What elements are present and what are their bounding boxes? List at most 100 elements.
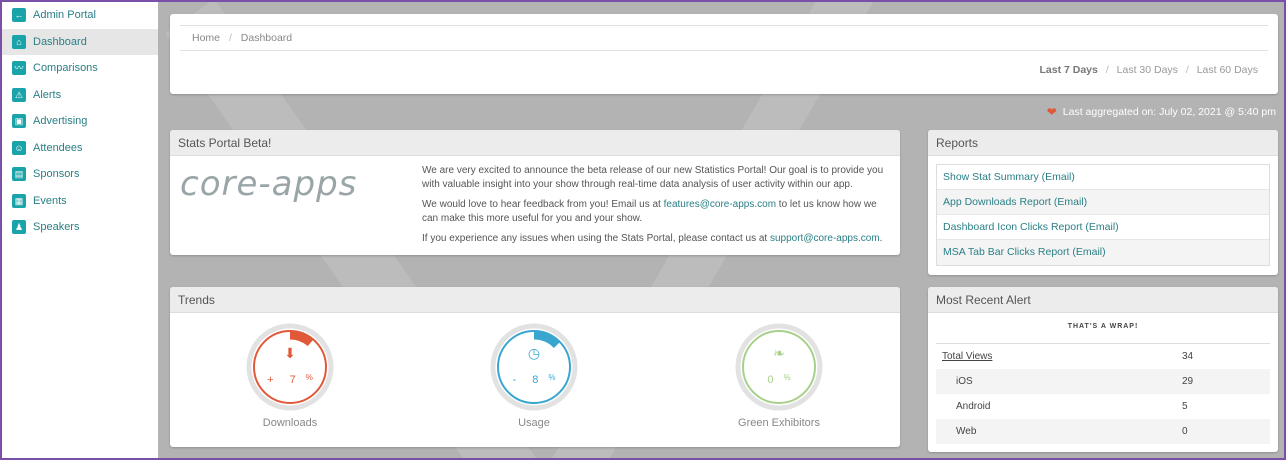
user-icon: ♟	[12, 220, 26, 235]
heart-icon: ❤	[1046, 105, 1057, 119]
range-last-7-days[interactable]: Last 7 Days	[1040, 64, 1098, 76]
main-content: Home / Dashboard Last 7 Days / Last 30 D…	[158, 2, 1284, 458]
gauge-value: - 8%	[490, 373, 578, 386]
sidebar-item-admin-portal[interactable]: ← Admin Portal	[2, 2, 158, 29]
gauge-downloads: ⬇ +7% Downloads	[246, 323, 334, 429]
breadcrumb-home[interactable]: Home	[192, 32, 220, 44]
download-icon: ⬇	[284, 345, 296, 361]
gauge-ring	[246, 323, 334, 411]
gauge-number: 7	[289, 374, 296, 386]
stat-value: 5	[1182, 401, 1188, 412]
beta-paragraph-3: If you experience any issues when using …	[422, 232, 892, 246]
beta-paragraph-1: We are very excited to announce the beta…	[422, 165, 884, 190]
sidebar-item-speakers[interactable]: ♟ Speakers	[2, 214, 158, 241]
table-row: iOS 29	[936, 369, 1270, 394]
sidebar-item-attendees[interactable]: ☺ Attendees	[2, 135, 158, 162]
app-frame: ← Admin Portal ⌂ Dashboard 〰 Comparisons…	[2, 2, 1284, 458]
gauge-outline	[253, 330, 327, 404]
sidebar-item-label: Comparisons	[33, 62, 98, 75]
stat-key: Web	[956, 426, 977, 437]
date-range-selector: Last 7 Days / Last 30 Days / Last 60 Day…	[1040, 64, 1259, 76]
range-separator: /	[1185, 64, 1189, 76]
trends-panel-title: Trends	[170, 287, 900, 313]
gauge-sign: -	[512, 374, 517, 386]
gauge-label: Usage	[518, 417, 550, 429]
gauge-track	[246, 323, 334, 411]
sidebar-item-label: Speakers	[33, 221, 80, 234]
gauge-number: 8	[532, 374, 539, 386]
report-dashboard-icon-clicks[interactable]: Dashboard Icon Clicks Report (Email)	[937, 215, 1269, 240]
users-icon: ☺	[12, 140, 26, 155]
gauge-outline	[742, 330, 816, 404]
breadcrumb: Home / Dashboard	[180, 25, 1268, 51]
image-icon: ▣	[12, 114, 26, 129]
gauge-unit: %	[783, 373, 791, 382]
calendar-icon: ▦	[12, 193, 26, 208]
recent-alert-panel: Most Recent Alert THAT'S A WRAP! Total V…	[928, 287, 1278, 452]
report-msa-tab-bar-clicks[interactable]: MSA Tab Bar Clicks Report (Email)	[937, 240, 1269, 265]
beta-text-segment: We would love to hear feedback from you!…	[422, 199, 664, 210]
header-panel: Home / Dashboard Last 7 Days / Last 30 D…	[170, 14, 1278, 94]
range-separator: /	[1105, 64, 1109, 76]
sidebar-item-alerts[interactable]: ⚠ Alerts	[2, 82, 158, 109]
features-email-link[interactable]: features@core-apps.com	[664, 199, 776, 210]
reports-panel: Reports Show Stat Summary (Email) App Do…	[928, 130, 1278, 275]
stat-value: 0	[1182, 426, 1188, 437]
warning-icon: ⚠	[12, 87, 26, 102]
gauge-value: +7%	[246, 373, 334, 386]
breadcrumb-separator: /	[228, 32, 232, 44]
stat-value: 29	[1182, 376, 1194, 387]
core-apps-logo: core-apps	[180, 164, 358, 204]
sidebar-item-advertising[interactable]: ▣ Advertising	[2, 108, 158, 135]
report-app-downloads[interactable]: App Downloads Report (Email)	[937, 190, 1269, 215]
beta-announcement: We are very excited to announce the beta…	[422, 164, 892, 252]
chart-icon: 〰	[12, 61, 26, 76]
beta-panel-title: Stats Portal Beta!	[170, 130, 900, 156]
gauge-label: Downloads	[262, 417, 318, 429]
last-aggregated-text: Last aggregated on: July 02, 2021 @ 5:40…	[1062, 106, 1276, 118]
sidebar-item-sponsors[interactable]: ▤ Sponsors	[2, 161, 158, 188]
arrow-left-icon: ←	[12, 8, 26, 23]
sidebar: ← Admin Portal ⌂ Dashboard 〰 Comparisons…	[2, 2, 158, 458]
beta-panel: Stats Portal Beta! core-apps We are very…	[170, 130, 900, 255]
home-icon: ⌂	[12, 34, 26, 49]
gauge-unit: %	[305, 373, 313, 382]
range-last-60-days[interactable]: Last 60 Days	[1197, 64, 1258, 76]
gauge-track	[735, 323, 823, 411]
reports-panel-title: Reports	[928, 130, 1278, 156]
gauge-ring	[735, 323, 823, 411]
gauge-green-exhibitors: ❧ 0% Green Exhibitors	[735, 323, 823, 429]
sidebar-item-label: Sponsors	[33, 168, 80, 181]
gauge-usage: ◷ - 8% Usage	[490, 323, 578, 429]
gauge-unit: %	[548, 373, 556, 382]
alert-stats-table: Total Views 34 iOS 29 Android 5 Web 0	[936, 343, 1270, 444]
sidebar-item-events[interactable]: ▦ Events	[2, 188, 158, 215]
gauge-value: 0%	[735, 373, 823, 386]
sidebar-item-label: Advertising	[33, 115, 88, 128]
sidebar-item-comparisons[interactable]: 〰 Comparisons	[2, 55, 158, 82]
briefcase-icon: ▤	[12, 167, 26, 182]
table-row: Android 5	[936, 394, 1270, 419]
sidebar-item-dashboard[interactable]: ⌂ Dashboard	[2, 28, 158, 55]
stat-total-views-link[interactable]: Total Views	[936, 344, 1182, 369]
beta-text-segment: If you experience any issues when using …	[422, 233, 770, 244]
leaf-icon: ❧	[773, 345, 785, 361]
support-email-link[interactable]: support@core-apps.com	[770, 233, 880, 244]
gauge-ring	[490, 323, 578, 411]
gauge-number: 0	[767, 374, 774, 386]
last-aggregated: ❤ Last aggregated on: July 02, 2021 @ 5:…	[1047, 105, 1276, 119]
beta-text-segment: .	[879, 233, 883, 244]
range-last-30-days[interactable]: Last 30 Days	[1117, 64, 1178, 76]
gauge-sign: +	[267, 374, 274, 386]
sidebar-item-label: Admin Portal	[33, 9, 96, 22]
gauge-label: Green Exhibitors	[738, 417, 820, 429]
sidebar-item-label: Dashboard	[33, 35, 87, 48]
sidebar-item-label: Attendees	[33, 141, 83, 154]
stat-key: Android	[956, 401, 991, 412]
stat-value: 34	[1182, 351, 1194, 362]
recent-alert-panel-title: Most Recent Alert	[928, 287, 1278, 313]
breadcrumb-current: Dashboard	[240, 32, 293, 44]
report-show-stat-summary[interactable]: Show Stat Summary (Email)	[937, 165, 1269, 190]
table-row: Total Views 34	[936, 344, 1270, 369]
alert-name: THAT'S A WRAP!	[1067, 323, 1139, 330]
